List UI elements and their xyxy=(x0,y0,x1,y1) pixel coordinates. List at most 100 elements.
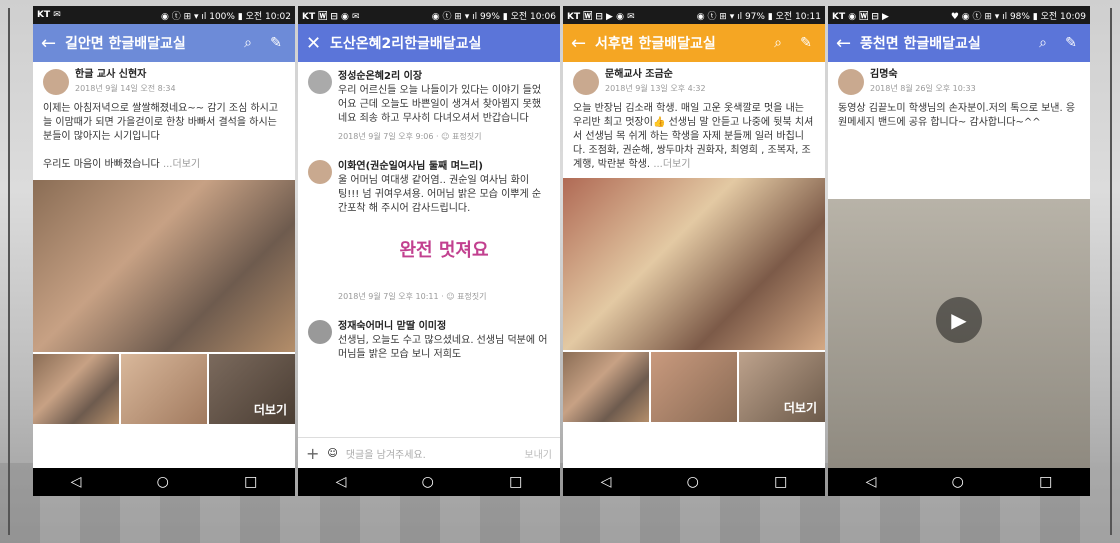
band-title: 길안면 한글배달교실 xyxy=(65,36,186,52)
thumbnail[interactable] xyxy=(33,354,119,424)
post-author: 한글 교사 신현자 xyxy=(75,69,147,80)
android-nav-bar: ◁ ○ □ xyxy=(563,468,825,496)
status-left: KT 🅆 ⊟ ▶ ◉ ✉ xyxy=(567,11,635,22)
phone-screen-3: KT 🅆 ⊟ ▶ ◉ ✉ ◉ ⓣ ⊞ ▾ ıl 97% ▮ 오전 10:11 ← … xyxy=(563,6,825,496)
thumbnail[interactable] xyxy=(563,352,649,422)
post: 한글 교사 신현자 2018년 9월 14일 오전 8:34 이제는 아침저녁으로… xyxy=(33,62,295,178)
thumbnail[interactable] xyxy=(121,354,207,424)
band-title: 서후면 한글배달교실 xyxy=(595,36,716,52)
comment: 정재숙어머니 맏딸 이미정선생님, 오늘도 수고 많으셨네요. 선생님 덕분에 … xyxy=(298,312,560,370)
search-icon[interactable]: ⌕ xyxy=(1032,35,1054,51)
status-bar: KT 🅆 ⊟ ◉ ✉ ◉ ⓣ ⊞ ▾ ıl 99% ▮ 오전 10:06 xyxy=(298,6,560,24)
status-bar: KT ✉ ◉ ⓣ ⊞ ▾ ıl 100% ▮ 오전 10:02 xyxy=(33,6,295,24)
close-icon[interactable]: ✕ xyxy=(306,33,330,54)
compose-icon[interactable]: ✎ xyxy=(1060,35,1082,51)
status-right: ◉ ⓣ ⊞ ▾ ıl 99% ▮ 오전 10:06 xyxy=(431,11,556,22)
recents-nav-icon[interactable]: □ xyxy=(244,474,257,490)
back-arrow-icon[interactable]: ← xyxy=(836,33,860,54)
read-more-link[interactable]: ...더보기 xyxy=(163,159,200,170)
app-header: ← 풍천면 한글배달교실 ⌕ ✎ xyxy=(828,24,1090,62)
home-nav-icon[interactable]: ○ xyxy=(157,474,169,490)
android-nav-bar: ◁ ○ □ xyxy=(828,468,1090,496)
post-date: 2018년 9월 13일 오후 4:32 xyxy=(605,84,706,93)
plus-icon[interactable]: + xyxy=(306,444,319,463)
phone-screen-2: KT 🅆 ⊟ ◉ ✉ ◉ ⓣ ⊞ ▾ ıl 99% ▮ 오전 10:06 ✕ 도산… xyxy=(298,6,560,496)
recents-nav-icon[interactable]: □ xyxy=(774,474,787,490)
comment-author: 이화연(권순일여사님 둘째 며느리) xyxy=(338,161,483,172)
avatar xyxy=(308,320,332,344)
post-text: 이제는 아침저녁으로 쌀쌀해졌네요~~ 감기 조심 하시고 늘 이맘때가 되면 … xyxy=(43,103,279,142)
home-nav-icon[interactable]: ○ xyxy=(952,474,964,490)
post-author: 김명숙 xyxy=(870,69,898,80)
post-text-2: 우리도 마음이 바빠졌습니다 xyxy=(43,159,160,170)
status-right: ♥ ◉ ⓣ ⊞ ▾ ıl 98% ▮ 오전 10:09 xyxy=(950,11,1086,22)
status-bar: KT ◉ 🅆 ⊟ ▶ ♥ ◉ ⓣ ⊞ ▾ ıl 98% ▮ 오전 10:09 xyxy=(828,6,1090,24)
android-nav-bar: ◁ ○ □ xyxy=(33,468,295,496)
sticker: 완전 멋져요 xyxy=(338,216,550,286)
home-nav-icon[interactable]: ○ xyxy=(422,474,434,490)
post-photo[interactable] xyxy=(563,178,825,350)
status-right: ◉ ⓣ ⊞ ▾ ıl 97% ▮ 오전 10:11 xyxy=(696,11,821,22)
compose-icon[interactable]: ✎ xyxy=(795,35,817,51)
search-icon[interactable]: ⌕ xyxy=(237,35,259,51)
post-date: 2018년 9월 14일 오전 8:34 xyxy=(75,84,176,93)
status-bar: KT 🅆 ⊟ ▶ ◉ ✉ ◉ ⓣ ⊞ ▾ ıl 97% ▮ 오전 10:11 xyxy=(563,6,825,24)
back-nav-icon[interactable]: ◁ xyxy=(866,474,877,490)
sticker-text: 완전 멋져요 xyxy=(399,240,489,261)
avatar xyxy=(573,69,599,95)
post-photo[interactable] xyxy=(33,180,295,352)
post-text: 동영상 김끝노미 학생님의 손자분이.저의 톡으로 보낸. 응원메세지 밴드에 … xyxy=(838,103,1076,128)
post-author: 문해교사 조금순 xyxy=(605,69,673,80)
band-title: 풍천면 한글배달교실 xyxy=(860,36,981,52)
android-nav-bar: ◁ ○ □ xyxy=(298,468,560,496)
more-photos-label[interactable]: 더보기 xyxy=(254,401,287,418)
comment-author: 정성순온혜2리 이장 xyxy=(338,71,423,82)
back-nav-icon[interactable]: ◁ xyxy=(601,474,612,490)
photo-thumbnails: 더보기 xyxy=(33,354,295,424)
back-arrow-icon[interactable]: ← xyxy=(41,33,65,54)
more-photos-label[interactable]: 더보기 xyxy=(784,399,817,416)
play-icon[interactable]: ▶ xyxy=(936,297,982,344)
back-arrow-icon[interactable]: ← xyxy=(571,33,595,54)
video-thumbnail[interactable]: ▶ xyxy=(828,199,1090,468)
phone-screen-4: KT ◉ 🅆 ⊟ ▶ ♥ ◉ ⓣ ⊞ ▾ ıl 98% ▮ 오전 10:09 ← … xyxy=(828,6,1090,496)
recents-nav-icon[interactable]: □ xyxy=(1039,474,1052,490)
avatar xyxy=(43,69,69,95)
comment: 정성순온혜2리 이장우리 어르신들 오늘 나들이가 있다는 이야기 들었어요 근… xyxy=(298,62,560,152)
status-right: ◉ ⓣ ⊞ ▾ ıl 100% ▮ 오전 10:02 xyxy=(161,11,291,22)
back-nav-icon[interactable]: ◁ xyxy=(71,474,82,490)
comment-input[interactable]: 댓글을 남겨주세요. xyxy=(346,446,525,461)
comment-text: 선생님, 오늘도 수고 많으셨네요. 선생님 덕분에 어머님들 밝은 모습 보니… xyxy=(338,335,548,360)
avatar xyxy=(308,70,332,94)
comment-text: 울 어머님 여대생 같어염.. 권순일 여사님 화이팅!!! 넘 귀여우셔용. … xyxy=(338,175,542,214)
photo-thumbnails: 더보기 xyxy=(563,352,825,422)
recents-nav-icon[interactable]: □ xyxy=(509,474,522,490)
app-header: ← 서후면 한글배달교실 ⌕ ✎ xyxy=(563,24,825,62)
send-button[interactable]: 보내기 xyxy=(524,446,552,461)
status-left: KT 🅆 ⊟ ◉ ✉ xyxy=(302,11,360,22)
comment-meta: 2018년 9월 7일 오후 9:06 · ☺ 표정짓기 xyxy=(338,132,482,141)
comment-text: 우리 어르신들 오늘 나들이가 있다는 이야기 들었어요 근데 오늘도 바쁜일이… xyxy=(338,85,542,124)
emoji-icon[interactable]: ☺ xyxy=(327,448,337,459)
post: 김명숙 2018년 8월 26일 오후 10:33 동영상 김끝노미 학생님의 손… xyxy=(828,62,1090,136)
search-icon[interactable]: ⌕ xyxy=(767,35,789,51)
comment: 이화연(권순일여사님 둘째 며느리) 울 어머님 여대생 같어염.. 권순일 여사… xyxy=(298,152,560,312)
back-nav-icon[interactable]: ◁ xyxy=(336,474,347,490)
avatar xyxy=(838,69,864,95)
app-header: ✕ 도산온혜2리한글배달교실 xyxy=(298,24,560,62)
band-title: 도산온혜2리한글배달교실 xyxy=(330,36,482,52)
thumbnail[interactable] xyxy=(651,352,737,422)
home-nav-icon[interactable]: ○ xyxy=(687,474,699,490)
status-left: KT ◉ 🅆 ⊟ ▶ xyxy=(832,11,889,22)
comment-meta: 2018년 9월 7일 오후 10:11 · ☺ 표정짓기 xyxy=(338,292,487,301)
avatar xyxy=(308,160,332,184)
read-more-link[interactable]: ...더보기 xyxy=(653,159,690,170)
post: 문해교사 조금순 2018년 9월 13일 오후 4:32 오늘 반장님 김소래 … xyxy=(563,62,825,178)
phone-screen-1: KT ✉ ◉ ⓣ ⊞ ▾ ıl 100% ▮ 오전 10:02 ← 길안면 한글배… xyxy=(33,6,295,496)
post-text: 오늘 반장님 김소래 학생. 매일 고운 옷색깔로 멋을 내는 우리반 최고 멋… xyxy=(573,103,814,170)
app-header: ← 길안면 한글배달교실 ⌕ ✎ xyxy=(33,24,295,62)
comment-input-bar: + ☺ 댓글을 남겨주세요. 보내기 xyxy=(298,437,560,468)
post-date: 2018년 8월 26일 오후 10:33 xyxy=(870,84,976,93)
comment-author: 정재숙어머니 맏딸 이미정 xyxy=(338,321,447,332)
compose-icon[interactable]: ✎ xyxy=(265,35,287,51)
